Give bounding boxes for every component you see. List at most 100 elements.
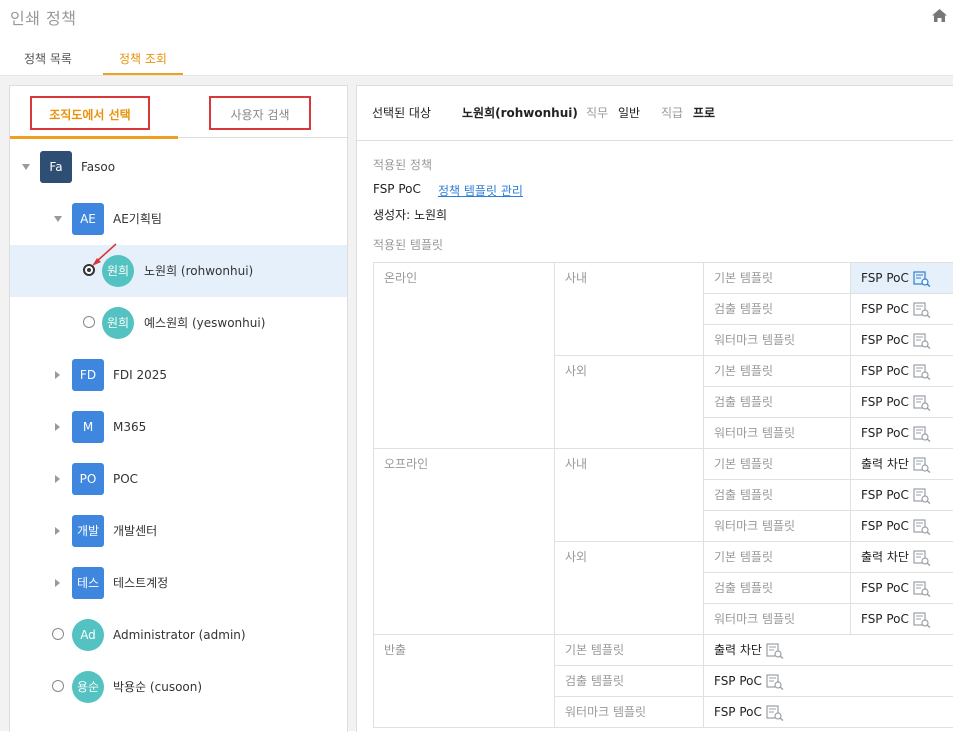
org-panel: 조직도에서 선택 사용자 검색 Fa Fasoo AE AE기획팀 원희 노원희… xyxy=(9,85,348,732)
scope-cell-internal-text: 사내 xyxy=(565,271,588,285)
template-type-cell: 워터마크 템플릿 xyxy=(703,603,851,635)
tree-node-user-yeswonhui[interactable]: 원희 예스원희 (yeswonhui) xyxy=(10,297,347,349)
selected-target-bar: 선택된 대상 노원희(rohwonhui) 직무 일반 직급 프로 xyxy=(357,86,953,141)
active-tab-underline xyxy=(10,136,178,139)
scope-cell-internal: 사내 xyxy=(554,448,704,542)
tree-node-label: 박용순 (cusoon) xyxy=(113,680,203,694)
template-search-icon[interactable] xyxy=(766,704,784,721)
template-search-icon[interactable] xyxy=(913,425,931,442)
tree-node-label: AE기획팀 xyxy=(113,212,162,226)
template-search-icon[interactable] xyxy=(913,518,931,535)
tree-node-label: FDI 2025 xyxy=(113,368,168,382)
tab-user-search[interactable]: 사용자 검색 xyxy=(209,96,311,130)
avatar: 개발 xyxy=(72,515,104,547)
template-search-icon[interactable] xyxy=(913,301,931,318)
template-value-cell-text: 출력 차단 xyxy=(861,550,909,564)
template-type-cell-text: 기본 템플릿 xyxy=(714,271,774,285)
selected-label: 선택된 대상 xyxy=(372,106,432,120)
tree-node-fdi[interactable]: FD FDI 2025 xyxy=(10,349,347,401)
template-value-cell: FSP PoC xyxy=(850,262,953,294)
expand-caret-icon[interactable] xyxy=(55,579,60,587)
template-search-icon[interactable] xyxy=(913,580,931,597)
template-type-cell: 워터마크 템플릿 xyxy=(703,417,851,449)
avatar: Ad xyxy=(72,619,104,651)
template-type-cell-text: 검출 템플릿 xyxy=(714,581,774,595)
template-value-cell: FSP PoC xyxy=(850,324,953,356)
channel-cell-online: 온라인 xyxy=(373,262,555,449)
radio-unselected[interactable] xyxy=(52,680,64,692)
template-type-cell: 기본 템플릿 xyxy=(703,448,851,480)
template-manage-link[interactable]: 정책 템플릿 관리 xyxy=(438,182,523,199)
template-search-icon[interactable] xyxy=(913,549,931,566)
tree-node-dev-center[interactable]: 개발 개발센터 xyxy=(10,505,347,557)
tree-node-label: 노원희 (rohwonhui) xyxy=(144,264,254,278)
template-type-cell-text: 기본 템플릿 xyxy=(714,550,774,564)
template-search-icon[interactable] xyxy=(913,611,931,628)
tree-node-ae-team[interactable]: AE AE기획팀 xyxy=(10,193,347,245)
tab-org-select[interactable]: 조직도에서 선택 xyxy=(30,96,150,130)
template-value-cell: 출력 차단 xyxy=(703,634,953,666)
template-value-cell: FSP PoC xyxy=(850,386,953,418)
home-icon[interactable] xyxy=(932,9,947,22)
rank-value: 프로 xyxy=(693,106,716,120)
tree-node-poc[interactable]: PO POC xyxy=(10,453,347,505)
tree-node-fasoo[interactable]: Fa Fasoo xyxy=(10,141,347,193)
scope-cell-internal-text: 사내 xyxy=(565,457,588,471)
expand-caret-icon[interactable] xyxy=(55,475,60,483)
radio-unselected[interactable] xyxy=(52,628,64,640)
annotation-arrow-icon xyxy=(92,243,117,266)
policy-name: FSP PoC xyxy=(373,182,421,196)
tree-node-m365[interactable]: M M365 xyxy=(10,401,347,453)
avatar: 테스 xyxy=(72,567,104,599)
channel-cell-export: 반출 xyxy=(373,634,555,728)
template-value-cell: FSP PoC xyxy=(703,696,953,728)
template-value-cell-text: FSP PoC xyxy=(861,612,909,626)
template-search-icon[interactable] xyxy=(913,487,931,504)
template-value-cell-text: FSP PoC xyxy=(861,302,909,316)
template-value-cell-text: FSP PoC xyxy=(861,581,909,595)
channel-cell-offline-text: 오프라인 xyxy=(384,457,429,471)
template-value-cell: FSP PoC xyxy=(850,603,953,635)
scope-cell-external-text: 사외 xyxy=(565,550,588,564)
template-type-cell: 워터마크 템플릿 xyxy=(703,324,851,356)
expand-caret-icon[interactable] xyxy=(55,423,60,431)
avatar: M xyxy=(72,411,104,443)
tab-policy-list[interactable]: 정책 목록 xyxy=(10,44,86,75)
scope-cell-internal: 사내 xyxy=(554,262,704,356)
template-type-cell: 기본 템플릿 xyxy=(703,355,851,387)
tree-node-user-admin[interactable]: Ad Administrator (admin) xyxy=(10,609,347,661)
template-type-cell-text: 검출 템플릿 xyxy=(714,302,774,316)
expand-caret-icon[interactable] xyxy=(55,371,60,379)
template-value-cell-text: 출력 차단 xyxy=(714,643,762,657)
collapse-caret-icon[interactable] xyxy=(54,216,62,222)
template-search-icon[interactable] xyxy=(766,673,784,690)
scope-cell-external-text: 사외 xyxy=(565,364,588,378)
template-value-cell-text: FSP PoC xyxy=(861,364,909,378)
avatar: Fa xyxy=(40,151,72,183)
template-search-icon[interactable] xyxy=(913,456,931,473)
radio-unselected[interactable] xyxy=(83,316,95,328)
template-value-cell: FSP PoC xyxy=(703,665,953,697)
template-value-cell-text: FSP PoC xyxy=(861,519,909,533)
template-type-cell-text: 워터마크 템플릿 xyxy=(714,426,796,440)
template-search-icon[interactable] xyxy=(766,642,784,659)
tab-policy-view[interactable]: 정책 조회 xyxy=(103,44,183,75)
expand-caret-icon[interactable] xyxy=(55,527,60,535)
tree-node-test-account[interactable]: 테스 테스트계정 xyxy=(10,557,347,609)
page-title: 인쇄 정책 xyxy=(10,9,77,28)
tree-node-user-cusoon[interactable]: 용순 박용순 (cusoon) xyxy=(10,661,347,713)
collapse-caret-icon[interactable] xyxy=(22,164,30,170)
template-value-cell: FSP PoC xyxy=(850,572,953,604)
template-value-cell-text: FSP PoC xyxy=(861,271,909,285)
rank-label: 직급 xyxy=(661,106,684,120)
template-type-cell-text: 검출 템플릿 xyxy=(714,488,774,502)
channel-cell-online-text: 온라인 xyxy=(384,271,418,285)
template-search-icon[interactable] xyxy=(913,270,931,287)
avatar: FD xyxy=(72,359,104,391)
template-value-cell-text: FSP PoC xyxy=(861,426,909,440)
template-search-icon[interactable] xyxy=(913,363,931,380)
template-search-icon[interactable] xyxy=(913,394,931,411)
template-search-icon[interactable] xyxy=(913,332,931,349)
tree-node-label: 테스트계정 xyxy=(113,576,169,590)
tree-node-user-rohwonhui[interactable]: 원희 노원희 (rohwonhui) xyxy=(10,245,347,297)
